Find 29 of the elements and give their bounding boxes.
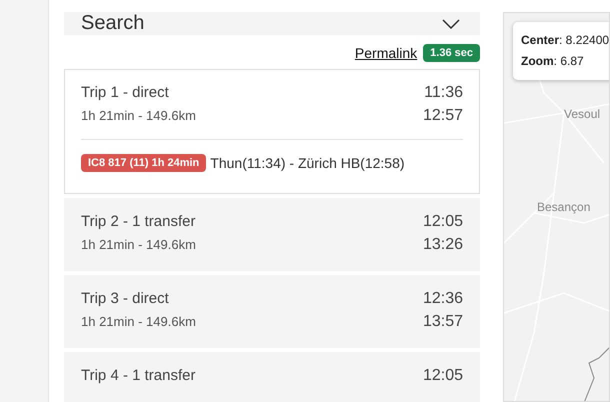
trip-title: Trip 3 - direct: [81, 290, 169, 307]
trip-title: Trip 4 - 1 transfer: [81, 367, 196, 384]
permalink-link[interactable]: Permalink: [354, 45, 418, 61]
route-text: Thun(11:34) - Zürich HB(12:58): [210, 155, 405, 171]
search-panel-header[interactable]: Search: [64, 12, 480, 35]
timing-badge: 1.36 sec: [423, 44, 480, 62]
departure-time: 12:36: [422, 290, 463, 308]
trip-summary: 1h 21min - 149.6km: [81, 108, 196, 123]
trip-card[interactable]: Trip 1 - direct 11:36 1h 21min - 149.6km 12:57 IC8 817 (11) 1h 24min Thun(11:34) - Zürich HB(12:58): [64, 69, 480, 194]
train-badge: IC8 817 (11) 1h 24min: [81, 154, 206, 172]
map-place-label: Besançon: [537, 200, 590, 214]
trip-title: Trip 2 - 1 transfer: [81, 213, 196, 230]
departure-time: 11:36: [424, 84, 463, 102]
map-view[interactable]: Center: 8.22400 Zoom: 6.87 Vesoul Besançon: [503, 12, 610, 402]
map-place-label: Vesoul: [564, 107, 600, 121]
trip-summary: 1h 21min - 149.6km: [81, 237, 196, 252]
trip-title: Trip 1 - direct: [81, 84, 169, 101]
map-info-line: Zoom: 6.87: [521, 53, 585, 70]
trip-card[interactable]: Trip 2 - 1 transfer 12:05 1h 21min - 149.6km 13:26: [64, 198, 480, 271]
arrival-time: 12:57: [422, 107, 463, 125]
departure-time: 12:05: [422, 367, 463, 385]
arrival-time: 13:57: [422, 313, 463, 331]
arrival-time: 13:26: [422, 236, 463, 254]
map-info-line: Center: 8.22400: [521, 32, 609, 49]
trip-summary: 1h 21min - 149.6km: [81, 314, 196, 329]
chevron-icon: [442, 18, 460, 28]
trip-card[interactable]: Trip 3 - direct 12:36 1h 21min - 149.6km 13:57: [64, 275, 480, 348]
departure-time: 12:05: [422, 213, 463, 231]
trip-card[interactable]: Trip 4 - 1 transfer 12:05: [64, 352, 480, 402]
